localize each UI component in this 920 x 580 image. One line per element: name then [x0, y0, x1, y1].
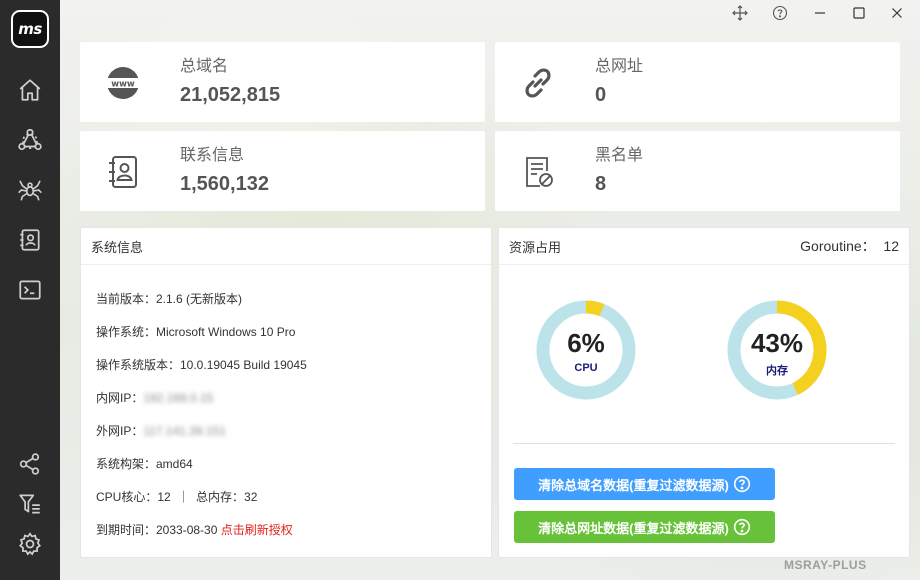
stat-icon-wrap: [104, 153, 142, 191]
stat-value: 21,052,815: [180, 84, 281, 106]
stat-label: 总域名: [180, 58, 229, 75]
stat-label: 总网址: [595, 58, 644, 75]
terminal-icon: [19, 280, 41, 300]
nav-network[interactable]: [16, 126, 44, 154]
filter-list-icon: [19, 494, 40, 514]
goroutine-count: Goroutine： 12: [800, 238, 899, 254]
clear-domains-button[interactable]: 清除总域名数据(重复过滤数据源): [514, 468, 775, 500]
stat-label: 联系信息: [180, 147, 245, 164]
sidebar: ms: [0, 0, 60, 580]
panel-title: 资源占用: [509, 239, 562, 255]
os-line: 操作系统：Microsoft Windows 10 Pro: [96, 325, 296, 339]
memory-label: 内存: [766, 365, 788, 377]
lan-ip-label: 内网IP：: [96, 391, 144, 405]
version-line: 当前版本：2.1.6 (无新版本): [96, 292, 243, 306]
nav-settings[interactable]: [16, 530, 44, 558]
memory-percent: 43%: [750, 328, 804, 358]
share-icon: [19, 453, 40, 475]
maximize-button[interactable]: [846, 2, 872, 24]
nav-filter[interactable]: [16, 490, 44, 518]
www-icon: www: [106, 67, 140, 99]
stat-icon-wrap: www: [104, 64, 142, 102]
stat-card-urls: 总网址 0: [495, 42, 900, 122]
app-logo[interactable]: ms: [11, 10, 49, 48]
stat-icon-wrap: [519, 64, 557, 102]
nav-home[interactable]: [16, 76, 44, 104]
os-version-line: 操作系统版本：10.0.19045 Build 19045: [96, 358, 307, 372]
close-icon: [892, 8, 902, 18]
settings-icon: [19, 532, 41, 556]
clear-domains-label: 清除总域名数据(重复过滤数据源): [538, 477, 729, 493]
blacklist-icon: [526, 157, 553, 187]
stat-card-blacklist: 黑名单 8: [495, 131, 900, 211]
wan-ip-value: 117.141.39.151: [143, 424, 226, 438]
wan-ip-label: 外网IP：: [96, 424, 144, 438]
wan-ip-line: 外网IP：117.141.39.151: [96, 422, 226, 439]
question-circle-icon: [733, 518, 750, 536]
nav-share[interactable]: [16, 450, 44, 478]
cpu-percent: 6%: [567, 328, 605, 358]
expire-line: 到期时间：2033-08-30 点击刷新授权: [96, 521, 293, 538]
stat-card-domains: www 总域名 21,052,815: [80, 42, 485, 122]
lan-ip-value: 192.168.0.15: [143, 391, 214, 405]
maximize-icon: [853, 7, 865, 19]
move-button[interactable]: [727, 2, 753, 24]
system-info-panel: 系统信息 当前版本：2.1.6 (无新版本) 操作系统：Microsoft Wi…: [80, 227, 492, 558]
divider: [513, 443, 895, 444]
contact-book-icon: [20, 229, 40, 251]
logo-text: ms: [18, 20, 42, 38]
nav-spider[interactable]: [16, 176, 44, 204]
spider-icon: [18, 180, 42, 201]
network-nodes-icon: [18, 128, 42, 151]
expire-label: 到期时间：2033-08-30: [96, 523, 221, 537]
svg-text:www: www: [111, 80, 135, 90]
stat-value: 8: [595, 173, 607, 195]
panel-title: 系统信息: [91, 239, 144, 255]
stat-icon-wrap: [519, 153, 557, 191]
clear-urls-button[interactable]: 清除总网址数据(重复过滤数据源): [514, 511, 775, 543]
arch-line: 系统构架：amd64: [96, 457, 193, 471]
renew-license-link[interactable]: 点击刷新授权: [221, 523, 293, 537]
stat-label: 黑名单: [595, 147, 644, 164]
link-icon: [525, 68, 551, 98]
help-icon: [772, 5, 788, 21]
minimize-button[interactable]: [807, 2, 833, 24]
close-button[interactable]: [884, 2, 910, 24]
stat-value: 0: [595, 84, 607, 106]
lan-ip-line: 内网IP：192.168.0.15: [96, 389, 213, 406]
cpu-mem-line: CPU核心：12 ｜ 总内存：32: [96, 490, 258, 504]
panel-header: 系统信息: [81, 228, 491, 265]
stat-value: 1,560,132: [180, 173, 269, 195]
memory-gauge: 43% 内存: [727, 300, 827, 405]
cpu-gauge: 6% CPU: [536, 300, 636, 405]
clear-urls-label: 清除总网址数据(重复过滤数据源): [538, 520, 729, 536]
cpu-label: CPU: [574, 362, 598, 374]
stat-card-contacts: 联系信息 1,560,132: [80, 131, 485, 211]
contact-icon: [109, 156, 137, 188]
brand-watermark: MSRAY-PLUS: [784, 558, 867, 572]
nav-terminal[interactable]: [16, 276, 44, 304]
nav-contacts[interactable]: [16, 226, 44, 254]
question-circle-icon: [733, 475, 750, 493]
home-icon: [19, 79, 41, 101]
minimize-icon: [815, 12, 825, 14]
help-button[interactable]: [767, 2, 793, 24]
resource-panel: 资源占用 Goroutine： 12 6% CPU 43% 内存 清除总域名数据…: [498, 227, 910, 558]
move-icon: [732, 5, 748, 21]
panel-header: 资源占用 Goroutine： 12: [499, 228, 909, 265]
